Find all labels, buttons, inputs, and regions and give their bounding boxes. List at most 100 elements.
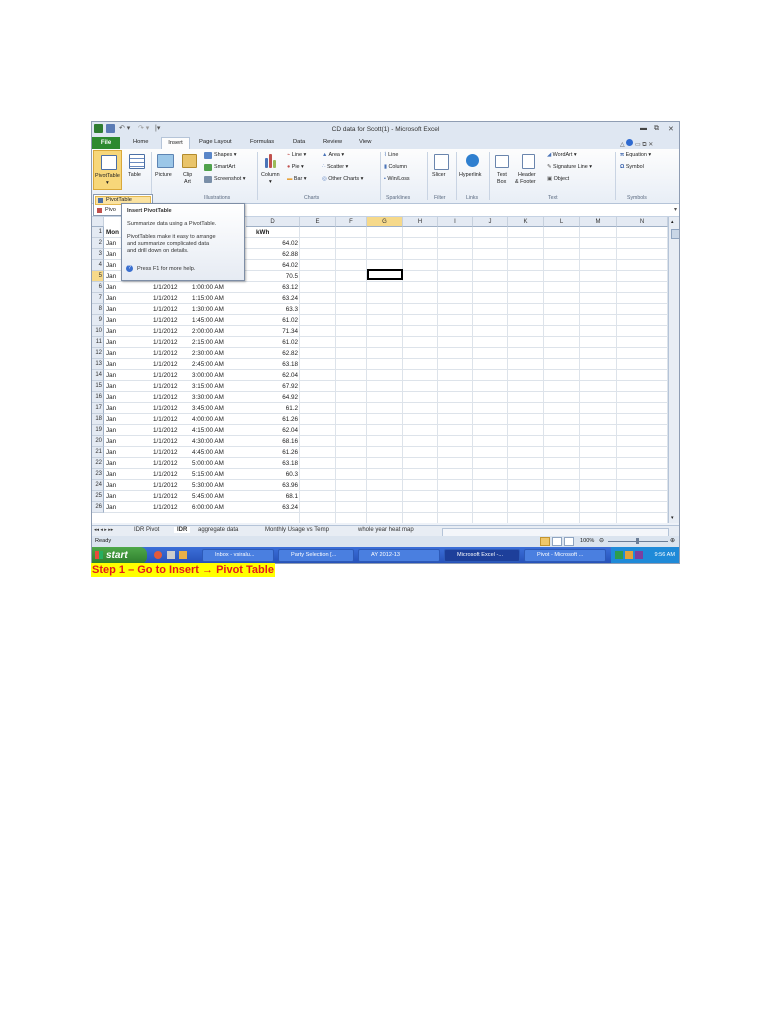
close-icon[interactable]: ✕ [668, 125, 674, 133]
symbol-button[interactable]: Ω Symbol [620, 164, 644, 170]
sheet-tab-idr[interactable]: IDR [174, 527, 191, 533]
cell-date[interactable]: 1/1/2012 [153, 370, 178, 381]
zoom-level[interactable]: 100% [580, 538, 594, 544]
cell-kwh[interactable]: 63.3 [246, 304, 298, 315]
cell-month[interactable]: Jan [106, 282, 116, 293]
zoom-slider-thumb[interactable] [636, 538, 639, 544]
cell-kwh[interactable]: 70.5 [246, 271, 298, 282]
cell-kwh[interactable]: 61.02 [246, 315, 298, 326]
cell-month[interactable]: Jan [106, 502, 116, 513]
cell-kwh[interactable]: 60.3 [246, 469, 298, 480]
cell-date[interactable]: 1/1/2012 [153, 392, 178, 403]
cell-month[interactable]: Jan [106, 458, 116, 469]
column-header[interactable]: E [300, 217, 336, 227]
page-break-view-icon[interactable] [564, 537, 574, 546]
header-cell-kwh[interactable]: kWh [256, 227, 269, 238]
cell-time[interactable]: 4:15:00 AM [192, 425, 224, 436]
row-header[interactable]: 25 [92, 491, 104, 502]
cell-date[interactable]: 1/1/2012 [153, 436, 178, 447]
row-header[interactable]: 9 [92, 315, 104, 326]
help-icon[interactable]: △ ▭ ⧉ ✕ [620, 139, 653, 149]
cell-date[interactable]: 1/1/2012 [153, 315, 178, 326]
picture-button[interactable]: Picture [154, 150, 176, 190]
row-header[interactable]: 17 [92, 403, 104, 414]
object-button[interactable]: ▣ Object [547, 176, 569, 182]
scroll-up-icon[interactable]: ▴ [671, 219, 674, 225]
cell-date[interactable]: 1/1/2012 [153, 403, 178, 414]
cell-kwh[interactable]: 64.02 [246, 260, 298, 271]
cell-kwh[interactable]: 64.92 [246, 392, 298, 403]
cell-time[interactable]: 4:00:00 AM [192, 414, 224, 425]
shapes-button[interactable]: Shapes ▾ [214, 152, 237, 158]
row-header[interactable]: 8 [92, 304, 104, 315]
tab-insert[interactable]: Insert [161, 137, 190, 149]
cell-kwh[interactable]: 68.1 [246, 491, 298, 502]
row-header[interactable]: 24 [92, 480, 104, 491]
chrome-icon[interactable] [154, 551, 162, 559]
row-header[interactable]: 10 [92, 326, 104, 337]
hyperlink-button[interactable]: Hyperlink [458, 150, 486, 190]
zoom-in-icon[interactable]: ⊕ [670, 537, 675, 544]
quicklaunch-icon-2[interactable] [167, 551, 175, 559]
cell-time[interactable]: 2:15:00 AM [192, 337, 224, 348]
cell-time[interactable]: 3:00:00 AM [192, 370, 224, 381]
cell-date[interactable]: 1/1/2012 [153, 480, 178, 491]
minimize-icon[interactable]: ▬ [640, 125, 647, 132]
cell-time[interactable]: 5:30:00 AM [192, 480, 224, 491]
quicklaunch-icon-3[interactable] [179, 551, 187, 559]
wordart-button[interactable]: ◢ WordArt ▾ [547, 152, 577, 158]
column-header[interactable]: L [544, 217, 580, 227]
row-header[interactable]: 14 [92, 370, 104, 381]
cell-kwh[interactable]: 61.26 [246, 414, 298, 425]
sparkline-line-button[interactable]: ⌇ Line [384, 152, 398, 158]
bar-chart-button[interactable]: ▬ Bar ▾ [287, 176, 307, 182]
start-button[interactable]: start [92, 547, 147, 563]
sheet-tab-aggregate-data[interactable]: aggregate data [198, 527, 238, 533]
cell-date[interactable]: 1/1/2012 [153, 502, 178, 513]
row-header[interactable]: 12 [92, 348, 104, 359]
row-header[interactable]: 23 [92, 469, 104, 480]
column-header[interactable]: K [508, 217, 544, 227]
cell-month[interactable]: Jan [106, 370, 116, 381]
column-header[interactable]: N [617, 217, 668, 227]
pie-chart-button[interactable]: ● Pie ▾ [287, 164, 304, 170]
row-header[interactable]: 1 [92, 227, 104, 238]
cell-time[interactable]: 4:30:00 AM [192, 436, 224, 447]
row-header[interactable]: 20 [92, 436, 104, 447]
task-excel[interactable]: Microsoft Excel -... [444, 549, 520, 562]
cell-kwh[interactable]: 63.12 [246, 282, 298, 293]
row-header[interactable]: 26 [92, 502, 104, 513]
cell-month[interactable]: Jan [106, 348, 116, 359]
scroll-thumb[interactable] [671, 229, 679, 239]
cell-date[interactable]: 1/1/2012 [153, 447, 178, 458]
cell-date[interactable]: 1/1/2012 [153, 414, 178, 425]
cell-month[interactable]: Jan [106, 447, 116, 458]
cell-kwh[interactable]: 71.34 [246, 326, 298, 337]
task-ay-folder[interactable]: AY 2012-13 [358, 549, 440, 562]
cell-date[interactable]: 1/1/2012 [153, 425, 178, 436]
cell-date[interactable]: 1/1/2012 [153, 282, 178, 293]
cell-time[interactable]: 1:45:00 AM [192, 315, 224, 326]
cell-month[interactable]: Jan [106, 425, 116, 436]
text-box-button[interactable]: Text Box [492, 150, 510, 190]
cell-date[interactable]: 1/1/2012 [153, 469, 178, 480]
cell-month[interactable]: Jan [106, 480, 116, 491]
cell-month[interactable]: Jan [106, 392, 116, 403]
cell-month[interactable]: Jan [106, 414, 116, 425]
cell-kwh[interactable]: 61.2 [246, 403, 298, 414]
column-header[interactable]: H [403, 217, 438, 227]
row-header[interactable]: 19 [92, 425, 104, 436]
cell-time[interactable]: 5:45:00 AM [192, 491, 224, 502]
column-chart-button[interactable]: Column ▾ [260, 150, 284, 190]
tab-page-layout[interactable]: Page Layout [199, 139, 232, 145]
cell-time[interactable]: 5:15:00 AM [192, 469, 224, 480]
cell-month[interactable]: Jan [106, 337, 116, 348]
row-header[interactable]: 15 [92, 381, 104, 392]
cell-month[interactable]: Jan [106, 304, 116, 315]
row-header[interactable]: 5 [92, 271, 104, 282]
cell-month[interactable]: Jan [106, 381, 116, 392]
column-header[interactable]: G [367, 217, 403, 227]
cell-date[interactable]: 1/1/2012 [153, 491, 178, 502]
cell-month[interactable]: Jan [106, 436, 116, 447]
row-header[interactable]: 13 [92, 359, 104, 370]
